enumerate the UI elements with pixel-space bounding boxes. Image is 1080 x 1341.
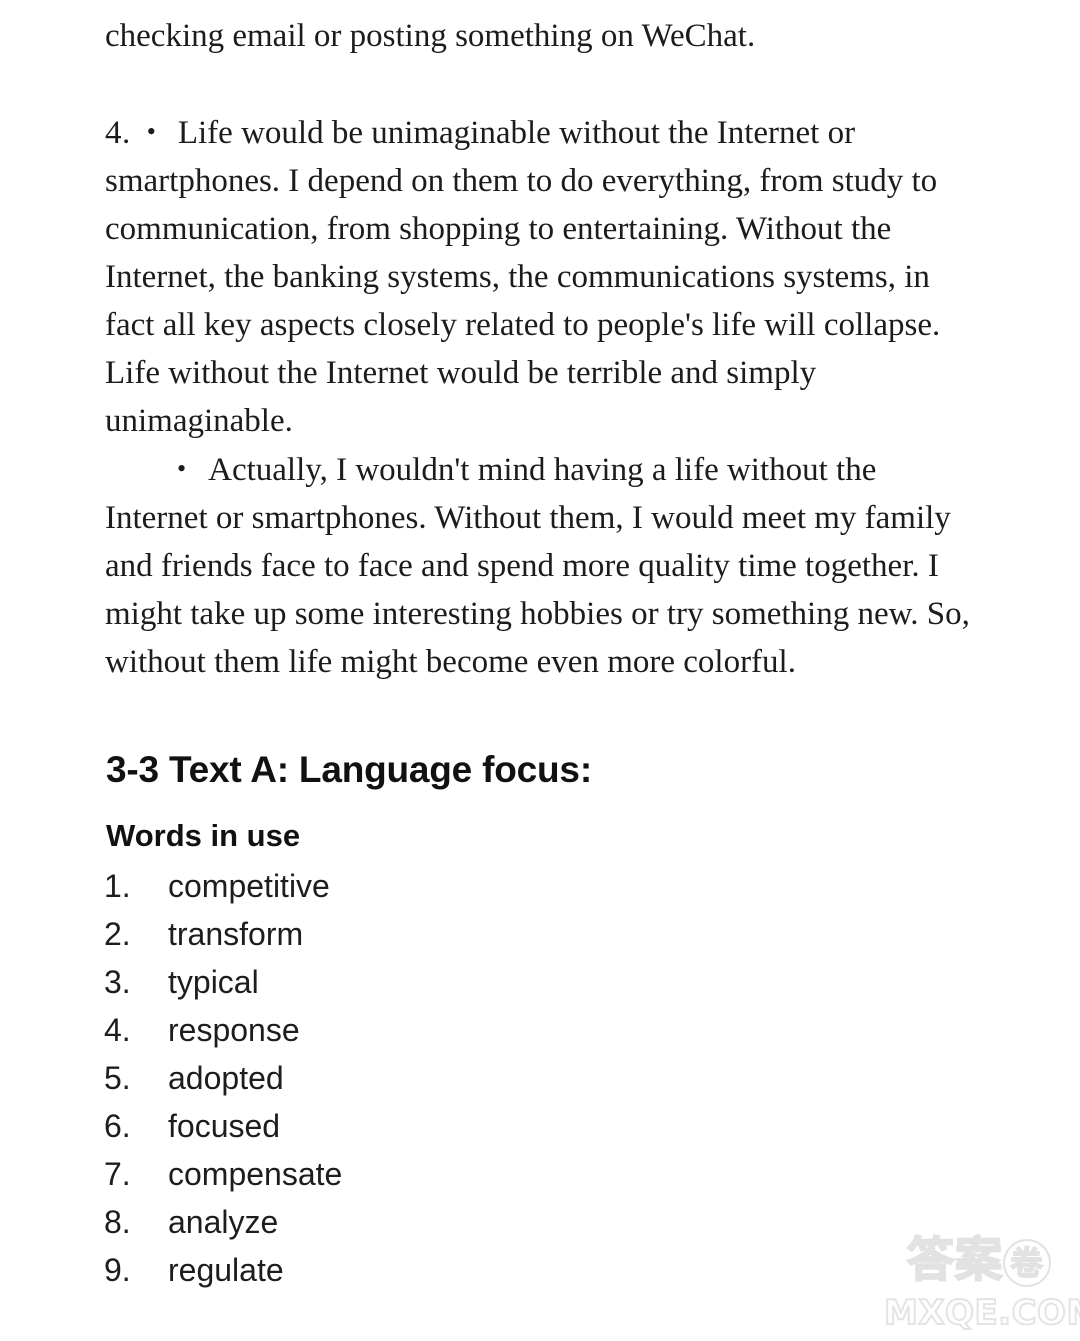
answer-body: checking email or posting something on W… (105, 0, 985, 686)
answer-bullet-text-1: Life would be unimaginable without the I… (105, 115, 941, 440)
list-item: 1. competitive (104, 862, 342, 910)
answer-item-4: 4. • Life would be unimaginable without th… (105, 108, 985, 445)
list-item-word: typical (168, 964, 259, 1000)
words-in-use-list: 1. competitive 2. transform 3. typical 4… (104, 862, 342, 1294)
list-item-word: competitive (168, 868, 330, 904)
list-item-number: 2. (104, 916, 131, 952)
watermark-chinese-text: 答案 (906, 1233, 1003, 1289)
list-item: 2. transform (104, 910, 342, 958)
bullet-icon: • (146, 117, 156, 146)
list-item-number: 9. (104, 1252, 131, 1288)
watermark-circled-char: 卷 (1003, 1239, 1051, 1287)
page-title: 3-3 Text A: Language focus: (106, 749, 592, 790)
list-item-word: adopted (168, 1060, 284, 1096)
list-item: 7. compensate (104, 1150, 342, 1198)
list-item-number: 4. (104, 1012, 131, 1048)
list-item-word: compensate (168, 1156, 343, 1192)
watermark-domain: MXQE.COM (883, 1293, 1080, 1333)
list-item: 9. regulate (104, 1246, 342, 1294)
list-item-number: 7. (104, 1156, 131, 1192)
answer-bullet-text-2: Actually, I wouldn't mind having a life … (105, 452, 970, 681)
list-item: 5. adopted (104, 1054, 342, 1102)
list-item: 8. analyze (104, 1198, 342, 1246)
list-item-number: 6. (104, 1108, 131, 1144)
site-watermark: 答案卷 MXQE.COM (883, 1232, 1080, 1338)
section-subtitle: Words in use (106, 818, 301, 853)
list-item-number: 8. (104, 1204, 131, 1240)
answer-number: 4. (105, 115, 131, 152)
list-item-word: focused (168, 1108, 281, 1144)
list-item: 4. response (104, 1006, 342, 1054)
list-item-number: 3. (104, 964, 131, 1000)
list-item-word: regulate (168, 1252, 284, 1288)
bullet-icon: • (177, 454, 187, 484)
list-item-word: response (168, 1012, 300, 1048)
list-item-number: 5. (104, 1060, 131, 1096)
list-item-number: 1. (104, 868, 131, 904)
list-item-word: analyze (168, 1204, 279, 1240)
watermark-chinese: 答案卷 (884, 1233, 1074, 1289)
list-item: 6. focused (104, 1102, 342, 1150)
answer-item-4-alt: • Actually, I wouldn't mind having a life… (105, 445, 985, 686)
document-page: checking email or posting something on W… (0, 0, 1080, 1341)
continuation-line: checking email or posting something on W… (105, 18, 756, 54)
list-item: 3. typical (104, 958, 342, 1006)
list-item-word: transform (168, 916, 304, 952)
